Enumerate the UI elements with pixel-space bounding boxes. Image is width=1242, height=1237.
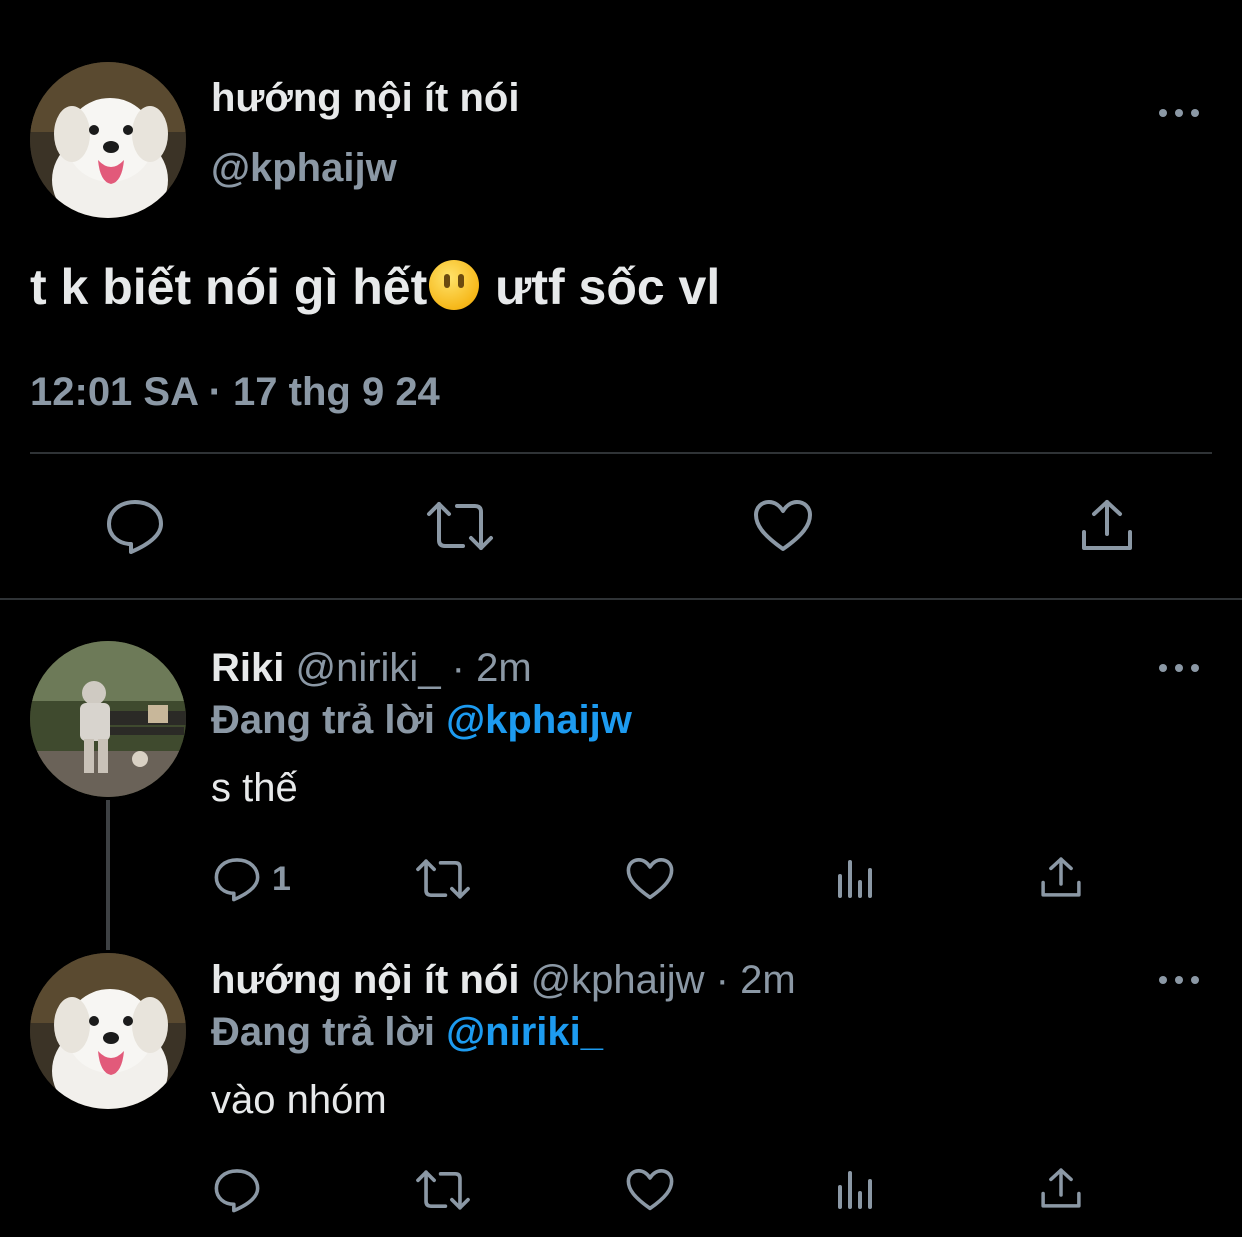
replying-to: Đang trả lời @niriki_ [211, 1010, 603, 1055]
views-icon[interactable] [836, 1169, 876, 1209]
tweet-text-part: t k biết nói gì hết [30, 259, 428, 315]
retweet-icon[interactable] [414, 858, 472, 900]
reply-icon[interactable] [213, 1167, 261, 1213]
replying-label: Đang trả lời [211, 698, 436, 742]
face-without-mouth-emoji-icon [429, 260, 480, 310]
mention-link[interactable]: @kphaijw [446, 698, 632, 742]
avatar[interactable] [30, 62, 186, 218]
divider [0, 598, 1242, 600]
replying-label: Đang trả lời [211, 1010, 436, 1054]
thread-line [106, 800, 110, 950]
reply-icon[interactable] [213, 856, 261, 902]
user-handle[interactable]: @kphaijw [211, 146, 397, 191]
retweet-icon[interactable] [414, 1169, 472, 1211]
mention-link[interactable]: @niriki_ [446, 1010, 603, 1054]
reply-icon[interactable] [105, 497, 165, 555]
display-name[interactable]: hướng nội ít nói [211, 76, 519, 121]
display-name[interactable]: Riki [211, 646, 284, 690]
handle-time: @kphaijw · 2m [530, 958, 796, 1002]
reply-text: s thế [211, 766, 298, 810]
share-icon[interactable] [1040, 1167, 1082, 1209]
reply-text: vào nhóm [211, 1078, 387, 1122]
more-options-icon[interactable] [1159, 662, 1199, 674]
display-name[interactable]: hướng nội ít nói [211, 958, 519, 1002]
tweet-timestamp[interactable]: 12:01 SA · 17 thg 9 24 [30, 370, 440, 415]
like-icon[interactable] [626, 1168, 674, 1212]
more-options-icon[interactable] [1159, 974, 1199, 986]
park-photo-avatar-image [30, 641, 186, 797]
more-options-icon[interactable] [1159, 107, 1199, 119]
share-icon[interactable] [1040, 856, 1082, 898]
dog-avatar-image [30, 953, 186, 1109]
divider [30, 452, 1212, 454]
avatar[interactable] [30, 953, 186, 1109]
avatar[interactable] [30, 641, 186, 797]
tweet-text-part: ưtf sốc vl [481, 259, 721, 315]
like-icon[interactable] [753, 499, 813, 553]
dog-avatar-image [30, 62, 186, 218]
reply-count: 1 [272, 860, 291, 898]
handle-time: @niriki_ · 2m [295, 646, 532, 690]
reply-header: Riki @niriki_ · 2m [211, 646, 532, 691]
reply-header: hướng nội ít nói @kphaijw · 2m [211, 958, 796, 1003]
tweet-text: t k biết nói gì hết ưtf sốc vl [30, 258, 720, 316]
like-icon[interactable] [626, 857, 674, 901]
retweet-icon[interactable] [425, 500, 495, 552]
replying-to: Đang trả lời @kphaijw [211, 698, 632, 743]
views-icon[interactable] [836, 858, 876, 898]
share-icon[interactable] [1080, 498, 1134, 552]
